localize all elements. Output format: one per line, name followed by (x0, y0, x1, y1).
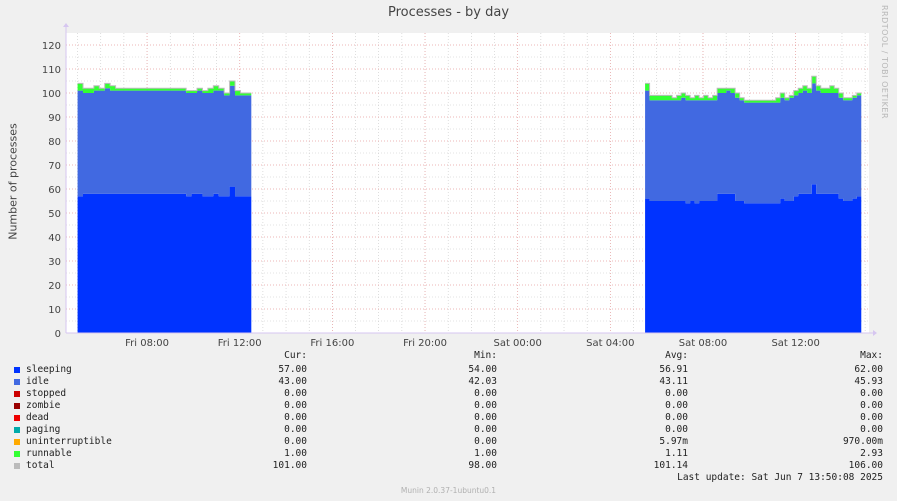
x-tick-label: Sat 12:00 (771, 338, 819, 349)
legend-value-cur: 43.00 (278, 376, 307, 387)
legend-value-cur: 0.00 (284, 412, 307, 423)
y-tick-label: 80 (48, 137, 61, 148)
legend-row-paging: paging 0.00 0.00 0.00 0.00 (0, 424, 897, 436)
legend-value-cur: 0.00 (284, 436, 307, 447)
x-axis-arrow (873, 330, 877, 336)
legend-value-avg: 101.14 (653, 460, 688, 471)
legend-row-dead: dead 0.00 0.00 0.00 0.00 (0, 412, 897, 424)
legend-value-min: 98.00 (468, 460, 497, 471)
x-tick-label: Sat 08:00 (679, 338, 727, 349)
x-tick-label: Fri 16:00 (310, 338, 354, 349)
legend-value-max: 106.00 (848, 460, 883, 471)
legend-label: runnable (26, 448, 72, 459)
legend-value-min: 42.03 (468, 376, 497, 387)
legend-row-zombie: zombie 0.00 0.00 0.00 0.00 (0, 400, 897, 412)
legend-value-min: 0.00 (474, 388, 497, 399)
y-tick-label: 90 (48, 113, 61, 124)
legend-value-cur: 57.00 (278, 364, 307, 375)
y-tick-label: 0 (55, 329, 61, 340)
idle-area (77, 85, 252, 197)
x-tick-label: Sat 00:00 (493, 338, 541, 349)
legend-value-avg: 5.97m (659, 436, 688, 447)
legend-row-runnable: runnable 1.00 1.00 1.11 2.93 (0, 448, 897, 460)
legend-value-avg: 1.11 (665, 448, 688, 459)
legend-swatch (14, 463, 20, 469)
legend-value-cur: 0.00 (284, 424, 307, 435)
legend-row-stopped: stopped 0.00 0.00 0.00 0.00 (0, 388, 897, 400)
legend-value-min: 54.00 (468, 364, 497, 375)
legend-row-idle: idle 43.00 42.03 43.11 45.93 (0, 376, 897, 388)
legend-label: total (26, 460, 55, 471)
legend-row-total: total 101.00 98.00 101.14 106.00 (0, 460, 897, 472)
legend-value-max: 0.00 (860, 424, 883, 435)
y-tick-label: 60 (48, 185, 61, 196)
sleeping-area (77, 186, 252, 333)
legend-value-cur: 0.00 (284, 388, 307, 399)
y-tick-label: 30 (48, 257, 61, 268)
legend-label: uninterruptible (26, 436, 112, 447)
legend-swatch (14, 439, 20, 445)
legend-swatch (14, 451, 20, 457)
legend-header-min: Min: (474, 350, 497, 361)
legend-label: sleeping (26, 364, 72, 375)
last-update: Last update: Sat Jun 7 13:50:08 2025 (677, 472, 883, 483)
legend-value-max: 2.93 (860, 448, 883, 459)
legend-header-avg: Avg: (665, 350, 688, 361)
legend-value-min: 0.00 (474, 412, 497, 423)
legend-header-cur: Cur: (284, 350, 307, 361)
x-tick-label: Fri 08:00 (125, 338, 169, 349)
y-tick-label: 20 (48, 281, 61, 292)
y-tick-label: 120 (42, 41, 61, 52)
legend-swatch (14, 415, 20, 421)
legend-value-min: 0.00 (474, 424, 497, 435)
legend-swatch (14, 427, 20, 433)
legend-value-min: 1.00 (474, 448, 497, 459)
legend-value-max: 970.00m (842, 436, 883, 447)
munin-version: Munin 2.0.37-1ubuntu0.1 (400, 486, 497, 495)
legend-value-avg: 0.00 (665, 424, 688, 435)
legend-swatch (14, 391, 20, 397)
legend-value-max: 0.00 (860, 400, 883, 411)
legend-value-min: 0.00 (474, 400, 497, 411)
sleeping-area (645, 184, 862, 333)
legend-label: dead (26, 412, 49, 423)
legend-header-max: Max: (860, 350, 883, 361)
y-tick-label: 70 (48, 161, 61, 172)
legend-value-max: 45.93 (854, 376, 883, 387)
legend-value-min: 0.00 (474, 436, 497, 447)
y-tick-label: 40 (48, 233, 61, 244)
x-tick-label: Sat 04:00 (586, 338, 634, 349)
legend-value-max: 0.00 (860, 412, 883, 423)
y-tick-label: 50 (48, 209, 61, 220)
legend-value-max: 0.00 (860, 388, 883, 399)
legend-value-avg: 43.11 (659, 376, 688, 387)
x-tick-label: Fri 12:00 (218, 338, 262, 349)
legend-swatch (14, 367, 20, 373)
legend-value-cur: 0.00 (284, 400, 307, 411)
legend-label: idle (26, 376, 49, 387)
y-axis-arrow (63, 23, 69, 27)
legend-header: Cur: Min: Avg: Max: (0, 350, 897, 362)
legend-value-avg: 0.00 (665, 388, 688, 399)
legend-value-cur: 101.00 (272, 460, 307, 471)
x-tick-label: Fri 20:00 (403, 338, 447, 349)
legend-swatch (14, 403, 20, 409)
legend-value-avg: 56.91 (659, 364, 688, 375)
legend-value-avg: 0.00 (665, 400, 688, 411)
legend-label: stopped (26, 388, 67, 399)
legend-value-avg: 0.00 (665, 412, 688, 423)
legend-swatch (14, 379, 20, 385)
legend-value-max: 62.00 (854, 364, 883, 375)
legend-label: paging (26, 424, 61, 435)
legend-row-uninterruptible: uninterruptible 0.00 0.00 5.97m 970.00m (0, 436, 897, 448)
legend-value-cur: 1.00 (284, 448, 307, 459)
y-tick-label: 10 (48, 305, 61, 316)
processes-chart: 0 10 20 30 40 50 60 70 80 90 100 110 120 Fri 08:00 Fri… (42, 23, 877, 349)
y-tick-label: 110 (42, 65, 61, 76)
legend-row-sleeping: sleeping 57.00 54.00 56.91 62.00 (0, 364, 897, 376)
legend-label: zombie (26, 400, 61, 411)
y-tick-label: 100 (42, 89, 61, 100)
